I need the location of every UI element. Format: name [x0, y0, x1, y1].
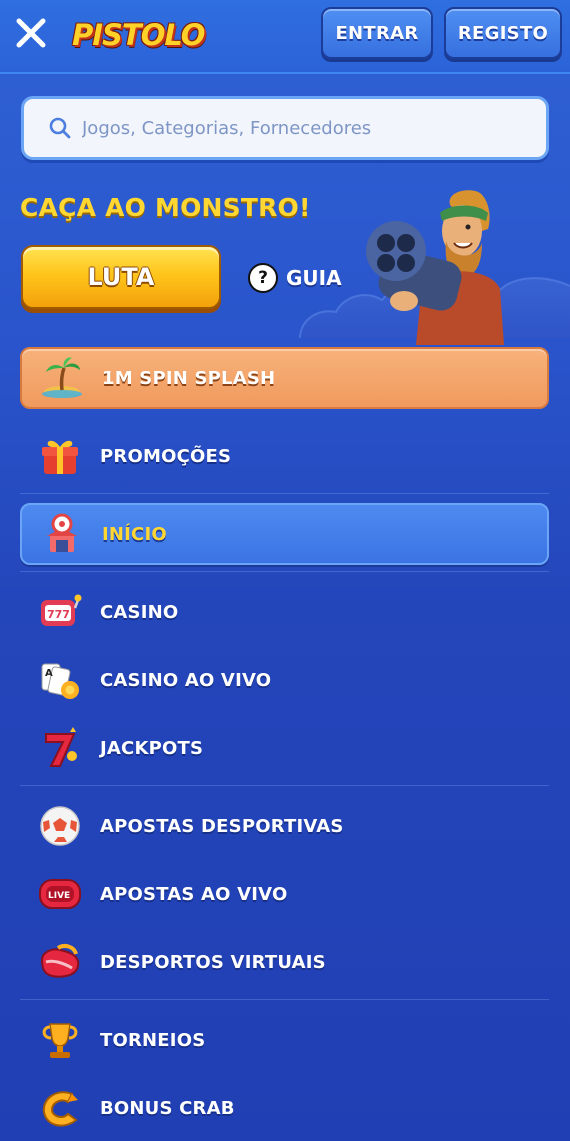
menu-item-casino[interactable]: 777 CASINO [20, 581, 549, 643]
vr-headset-icon [40, 944, 80, 978]
close-icon [16, 18, 46, 48]
menu-item-label: APOSTAS AO VIVO [100, 883, 288, 905]
menu-divider [20, 571, 549, 572]
soccer-ball-icon [40, 806, 80, 846]
menu-item-bonus-crab[interactable]: BONUS CRAB [20, 1077, 549, 1139]
menu-item-label: PROMOÇÕES [100, 445, 232, 467]
menu-item-spin-splash[interactable]: 1M SPIN SPLASH [20, 347, 549, 409]
side-menu-screen: PISTOLO ENTRAR REGISTO CAÇA AO MONSTRO! … [0, 0, 570, 1141]
trophy-icon [42, 1023, 78, 1058]
fight-button[interactable]: LUTA [21, 245, 221, 309]
menu-item-label: CASINO [100, 601, 179, 623]
menu-item-tournaments[interactable]: TORNEIOS [20, 1009, 549, 1071]
menu-item-label: TORNEIOS [100, 1029, 206, 1051]
close-menu-button[interactable] [12, 14, 50, 52]
menu-item-live-casino[interactable]: A CASINO AO VIVO [20, 649, 549, 711]
menu-divider [20, 785, 549, 786]
menu-item-home[interactable]: INÍCIO [20, 503, 549, 565]
login-button[interactable]: ENTRAR [321, 7, 433, 59]
menu-item-label: DESPORTOS VIRTUAIS [100, 951, 326, 973]
menu-item-label: BONUS CRAB [100, 1097, 235, 1119]
search-icon [49, 117, 71, 139]
menu-item-label: CASINO AO VIVO [100, 669, 272, 691]
home-target-icon [47, 513, 77, 552]
menu-divider [20, 999, 549, 1000]
menu-item-label: 1M SPIN SPLASH [102, 367, 276, 389]
palm-island-icon [42, 357, 82, 398]
menu-item-promotions[interactable]: PROMOÇÕES [20, 425, 549, 487]
logo-wordmark: PISTOLO [72, 18, 205, 52]
menu-item-jackpots[interactable]: JACKPOTS [20, 717, 549, 779]
menu-item-label: APOSTAS DESPORTIVAS [100, 815, 344, 837]
menu-item-label: INÍCIO [102, 523, 167, 545]
search-bar[interactable] [21, 96, 549, 160]
brand-logo[interactable]: PISTOLO [72, 10, 205, 60]
svg-text:777: 777 [47, 608, 70, 621]
menu-item-sports-betting[interactable]: APOSTAS DESPORTIVAS [20, 795, 549, 857]
lucky-seven-icon [45, 727, 77, 767]
svg-text:A: A [45, 668, 53, 679]
live-badge-icon: LIVE [39, 879, 81, 909]
slot-machine-icon: 777 [41, 594, 82, 626]
search-input[interactable] [82, 117, 522, 139]
cards-chip-icon: A [41, 663, 79, 699]
menu-item-virtual-sports[interactable]: DESPORTOS VIRTUAIS [20, 931, 549, 993]
top-header: PISTOLO ENTRAR REGISTO [0, 0, 570, 74]
help-icon: ? [248, 263, 278, 293]
gift-icon [42, 440, 78, 474]
menu-divider [20, 493, 549, 494]
live-badge-text: LIVE [48, 891, 70, 901]
promo-title: CAÇA AO MONSTRO! [20, 193, 311, 222]
crab-claw-icon [42, 1091, 78, 1127]
menu-item-label: JACKPOTS [100, 737, 204, 759]
register-button[interactable]: REGISTO [444, 7, 562, 59]
menu-item-live-betting[interactable]: LIVE APOSTAS AO VIVO [20, 863, 549, 925]
gunner-character-illustration [366, 190, 504, 345]
